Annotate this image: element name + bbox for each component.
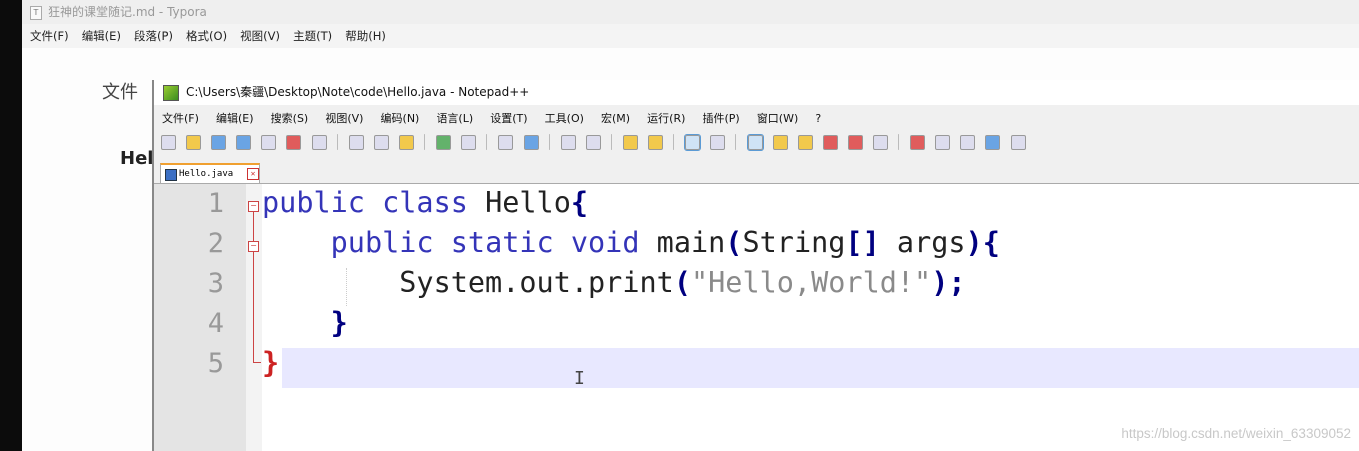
monitoring-eye-icon[interactable]	[873, 135, 888, 150]
typora-menu-help[interactable]: 帮助(H)	[345, 24, 386, 48]
code-editor[interactable]: 1 2 3 4 5 − − public class Hello{ public…	[154, 184, 1359, 451]
toolbar-separator	[486, 134, 488, 150]
code-line-5: }	[262, 346, 280, 379]
macro-run-multiple-icon[interactable]	[985, 135, 1001, 150]
code-line-3: System.out.print("Hello,World!");	[262, 266, 966, 299]
typora-background-subheading: Hel	[120, 148, 154, 169]
close-all-icon[interactable]	[286, 135, 302, 150]
save-icon[interactable]	[211, 135, 227, 150]
code-line-4: }	[330, 306, 348, 339]
fold-margin: − −	[246, 184, 262, 451]
typora-menu-view[interactable]: 视图(V)	[240, 24, 280, 48]
show-all-chars-icon[interactable]	[710, 135, 726, 150]
menu-view[interactable]: 视图(V)	[325, 108, 363, 130]
menu-window[interactable]: 窗口(W)	[757, 108, 798, 130]
word-wrap-icon[interactable]	[684, 134, 702, 151]
fold-collapse-icon[interactable]: −	[248, 201, 259, 212]
line-number: 4	[207, 308, 224, 339]
open-file-icon[interactable]	[186, 135, 202, 150]
line-number-gutter: 1 2 3 4 5	[154, 184, 246, 451]
menu-language[interactable]: 语言(L)	[436, 108, 473, 130]
folder-workspace-icon[interactable]	[847, 135, 863, 150]
language-icon[interactable]	[772, 135, 788, 150]
typora-menu-paragraph[interactable]: 段落(P)	[134, 24, 173, 48]
paste-icon[interactable]	[398, 135, 414, 150]
fold-line	[253, 212, 254, 362]
close-file-icon[interactable]	[261, 135, 277, 150]
fold-collapse-icon[interactable]: −	[248, 241, 259, 252]
typora-app-icon: T	[30, 6, 42, 20]
menu-run[interactable]: 运行(R)	[647, 108, 685, 130]
tab-label: Hello.java	[179, 169, 234, 179]
line-number: 2	[207, 228, 224, 259]
typora-menu-bar: 文件(F) 编辑(E) 段落(P) 格式(O) 视图(V) 主题(T) 帮助(H…	[22, 24, 1359, 48]
typora-window-title: 狂神的课堂随记.md - Typora	[48, 5, 207, 19]
line-number: 1	[207, 188, 224, 219]
typora-menu-file[interactable]: 文件(F)	[30, 24, 69, 48]
function-list-icon[interactable]	[822, 135, 838, 150]
toolbar-separator	[548, 134, 550, 150]
toolbar-separator	[735, 134, 737, 150]
tab-close-icon[interactable]: ✕	[247, 168, 259, 180]
toolbar-separator	[610, 134, 612, 150]
toolbar-separator	[898, 134, 900, 150]
typora-menu-format[interactable]: 格式(O)	[186, 24, 227, 48]
current-line-highlight	[282, 348, 1359, 388]
sync-vertical-icon[interactable]	[622, 135, 638, 150]
menu-search[interactable]: 搜索(S)	[271, 108, 309, 130]
menu-macro[interactable]: 宏(M)	[601, 108, 630, 130]
typora-background-heading: 文件	[102, 82, 138, 103]
menu-encoding[interactable]: 编码(N)	[381, 108, 420, 130]
sync-horizontal-icon[interactable]	[648, 135, 664, 150]
typora-menu-theme[interactable]: 主题(T)	[293, 24, 332, 48]
notepadpp-title-bar: C:\Users\秦疆\Desktop\Note\code\Hello.java…	[154, 80, 1359, 105]
typora-title-bar: T 狂神的课堂随记.md - Typora	[22, 0, 1359, 24]
notepadpp-toolbar	[158, 131, 1359, 153]
notepadpp-window: C:\Users\秦疆\Desktop\Note\code\Hello.java…	[152, 80, 1359, 451]
csdn-watermark: https://blog.csdn.net/weixin_63309052	[1121, 426, 1351, 441]
toolbar-separator	[336, 134, 338, 150]
code-line-2: public static void main(String[] args){	[330, 226, 1000, 259]
macro-record-icon[interactable]	[910, 135, 926, 150]
menu-plugins[interactable]: 插件(P)	[703, 108, 740, 130]
typora-menu-edit[interactable]: 编辑(E)	[82, 24, 121, 48]
zoom-out-icon[interactable]	[585, 135, 601, 150]
notepadpp-app-icon	[163, 85, 179, 101]
redo-icon[interactable]	[461, 135, 477, 150]
line-number: 3	[207, 268, 224, 299]
copy-icon[interactable]	[373, 135, 389, 150]
zoom-in-icon[interactable]	[560, 135, 576, 150]
menu-tools[interactable]: 工具(O)	[545, 108, 584, 130]
menu-edit[interactable]: 编辑(E)	[216, 108, 254, 130]
print-icon[interactable]	[311, 135, 327, 150]
menu-file[interactable]: 文件(F)	[162, 108, 199, 130]
replace-icon[interactable]	[523, 135, 539, 150]
toolbar-separator	[424, 134, 426, 150]
cut-icon[interactable]	[348, 135, 364, 150]
menu-settings[interactable]: 设置(T)	[490, 108, 527, 130]
text-cursor-ibeam: I	[574, 368, 585, 389]
line-number: 5	[207, 348, 224, 379]
toolbar-separator	[673, 134, 675, 150]
fold-end-tick	[253, 362, 261, 363]
doc-map-icon[interactable]	[797, 135, 813, 150]
notepadpp-window-title: C:\Users\秦疆\Desktop\Note\code\Hello.java…	[186, 85, 530, 99]
menu-help[interactable]: ?	[815, 108, 821, 130]
new-file-icon[interactable]	[161, 135, 176, 150]
macro-save-icon[interactable]	[1010, 135, 1026, 150]
macro-play-icon[interactable]	[960, 135, 976, 150]
code-line-1: public class Hello{	[262, 186, 589, 219]
indent-guide-icon[interactable]	[746, 134, 764, 151]
notepadpp-tab-bar: Hello.java ✕	[154, 157, 1359, 184]
saved-file-icon	[165, 169, 177, 181]
desktop-left-edge	[0, 0, 22, 451]
save-all-icon[interactable]	[236, 135, 252, 150]
find-icon[interactable]	[498, 135, 514, 150]
macro-stop-icon[interactable]	[935, 135, 951, 150]
undo-icon[interactable]	[436, 135, 452, 150]
tab-hello-java[interactable]: Hello.java ✕	[160, 163, 260, 183]
notepadpp-menu-bar: 文件(F) 编辑(E) 搜索(S) 视图(V) 编码(N) 语言(L) 设置(T…	[154, 107, 1359, 129]
